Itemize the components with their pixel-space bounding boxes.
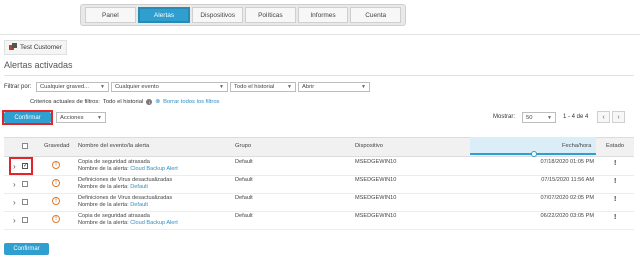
history-select-value: Todo el historial: [234, 84, 275, 90]
history-select[interactable]: Todo el historial ▼: [230, 82, 296, 92]
expand-row-icon[interactable]: ›: [13, 216, 16, 225]
alert-name-line: Nombre de la alerta: Cloud Backup Alert: [78, 166, 178, 173]
group-link[interactable]: Default: [235, 159, 253, 166]
customer-name: Test Customer: [20, 44, 62, 51]
event-select-value: Cualquier evento: [115, 84, 159, 90]
alert-name-label: Nombre de la alerta:: [78, 166, 129, 172]
criteria-value: Todo el historial: [102, 99, 144, 105]
status-alert-icon[interactable]: !: [614, 160, 616, 167]
alert-name-link[interactable]: Cloud Backup Alert: [130, 220, 178, 226]
page-size-select[interactable]: 50 ▼: [522, 112, 556, 123]
previous-page-button[interactable]: ‹: [597, 111, 610, 123]
col-group[interactable]: Grupo: [235, 137, 251, 155]
alert-name-link[interactable]: Default: [130, 202, 148, 208]
tab-informes[interactable]: Informes: [297, 7, 349, 23]
alert-datetime: 06/22/2020 03:05 PM: [540, 213, 595, 219]
col-event-name[interactable]: Nombre del evento/la alerta: [78, 137, 149, 155]
actions-dropdown[interactable]: Acciones ▼: [56, 112, 106, 123]
event-name: Copia de seguridad atrasada: [78, 213, 150, 219]
status-alert-icon[interactable]: !: [614, 196, 616, 203]
alert-name-label: Nombre de la alerta:: [78, 184, 129, 190]
event-select[interactable]: Cualquier evento ▼: [111, 82, 228, 92]
footer-confirm-button[interactable]: Confirmar: [4, 243, 49, 255]
header-divider: [0, 34, 640, 35]
chevron-right-icon: ›: [617, 113, 620, 121]
severity-select-value: Cualquier graved...: [40, 84, 89, 90]
group-link[interactable]: Default: [235, 177, 253, 184]
tab-dispositivos[interactable]: Dispositivos: [192, 7, 244, 23]
chevron-down-icon: ▼: [287, 84, 292, 90]
status-select[interactable]: Abrir ▼: [298, 82, 370, 92]
device-link[interactable]: MSEDGEWIN10: [355, 195, 396, 202]
device-link[interactable]: MSEDGEWIN10: [355, 177, 396, 184]
status-select-value: Abrir: [302, 84, 315, 90]
event-name: Definiciones de Virus desactualizadas: [78, 195, 173, 201]
customer-chip[interactable]: Test Customer: [4, 40, 67, 55]
current-filter-criteria: Criterios actuales de filtros: Todo el h…: [30, 99, 219, 105]
tab-alertas[interactable]: Alertas: [137, 7, 191, 23]
page-size-value: 50: [526, 114, 533, 121]
expand-row-icon[interactable]: ›: [13, 198, 16, 207]
row-checkbox[interactable]: [22, 181, 28, 187]
tab-cuenta[interactable]: Cuenta: [350, 7, 402, 23]
col-status[interactable]: Estado: [606, 137, 624, 155]
warning-icon: !: [52, 215, 60, 223]
alert-name-line: Nombre de la alerta: Cloud Backup Alert: [78, 220, 178, 227]
row-select-highlight: [9, 157, 33, 175]
clear-filters-link[interactable]: Borrar todos los filtros: [163, 99, 219, 105]
col-datetime[interactable]: Fecha/hora: [562, 137, 591, 155]
clear-filters-icon: ⊗: [155, 99, 161, 105]
group-link[interactable]: Default: [235, 195, 253, 202]
status-alert-icon[interactable]: !: [614, 178, 616, 185]
chevron-left-icon: ‹: [602, 113, 605, 121]
tab-panel[interactable]: Panel: [85, 7, 136, 23]
warning-icon: !: [52, 197, 60, 205]
confirm-button[interactable]: Confirmar: [4, 112, 51, 123]
alert-datetime: 07/18/2020 01:05 PM: [540, 159, 595, 165]
select-all-checkbox[interactable]: [22, 143, 28, 149]
alert-name-link[interactable]: Cloud Backup Alert: [130, 166, 178, 172]
chevron-down-icon: ▼: [97, 114, 102, 121]
chevron-down-icon: ▼: [547, 114, 552, 121]
top-navigation: Panel Alertas Dispositivos Políticas Inf…: [80, 4, 406, 26]
event-name: Definiciones de Virus desactualizadas: [78, 177, 173, 183]
row-checkbox[interactable]: [22, 217, 28, 223]
device-link[interactable]: MSEDGEWIN10: [355, 213, 396, 220]
actions-dropdown-label: Acciones: [60, 114, 84, 121]
customer-icon: [9, 43, 17, 52]
group-link[interactable]: Default: [235, 213, 253, 220]
filter-label: Filtrar por:: [4, 84, 32, 90]
chevron-down-icon: ▼: [361, 84, 366, 90]
title-divider: [4, 75, 634, 76]
col-device[interactable]: Dispositivo: [355, 137, 383, 155]
device-link[interactable]: MSEDGEWIN10: [355, 159, 396, 166]
severity-select[interactable]: Cualquier graved... ▼: [36, 82, 109, 92]
event-name: Copia de seguridad atrasada: [78, 159, 150, 165]
alert-name-link[interactable]: Default: [130, 184, 148, 190]
alert-datetime: 07/15/2020 11:56 AM: [541, 177, 594, 183]
next-page-button[interactable]: ›: [612, 111, 625, 123]
warning-icon: !: [52, 161, 60, 169]
show-label: Mostrar:: [493, 114, 516, 120]
row-checkbox[interactable]: [22, 199, 28, 205]
tab-politicas[interactable]: Políticas: [245, 7, 296, 23]
select-all-checkbox-cell: [22, 137, 28, 155]
alert-name-line: Nombre de la alerta: Default: [78, 202, 148, 209]
chevron-down-icon: ▼: [100, 84, 105, 90]
col-severity[interactable]: Gravedad: [44, 137, 69, 155]
warning-icon: !: [52, 179, 60, 187]
criteria-label: Criterios actuales de filtros:: [30, 99, 100, 105]
chevron-down-icon: ▼: [219, 84, 224, 90]
info-icon[interactable]: i: [146, 99, 153, 105]
alert-datetime: 07/07/2020 02:05 PM: [540, 195, 595, 201]
expand-row-icon[interactable]: ›: [13, 180, 16, 189]
alert-name-label: Nombre de la alerta:: [78, 220, 129, 226]
page-title: Alertas activadas: [4, 60, 73, 70]
alert-name-line: Nombre de la alerta: Default: [78, 184, 148, 191]
pagination-range: 1 - 4 de 4: [563, 114, 589, 120]
status-alert-icon[interactable]: !: [614, 214, 616, 221]
alert-name-label: Nombre de la alerta:: [78, 202, 129, 208]
